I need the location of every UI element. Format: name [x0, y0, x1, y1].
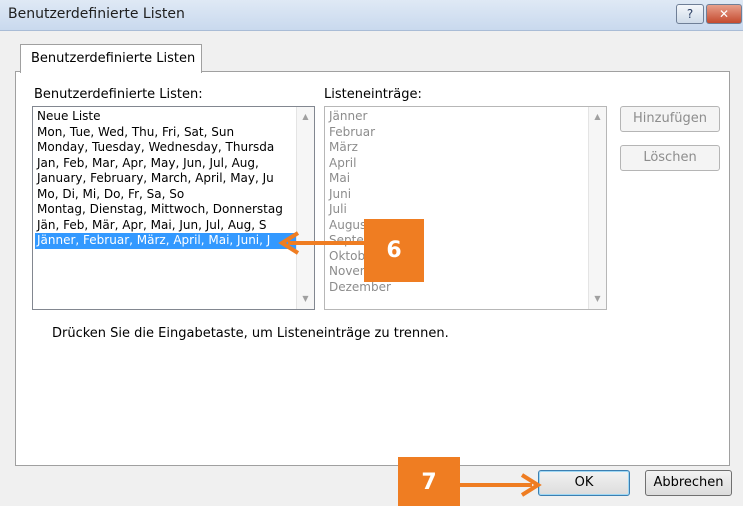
callout-7-arrow-icon: [458, 473, 542, 497]
hint-text: Drücken Sie die Eingabetaste, um Listene…: [52, 326, 449, 341]
list-entry-item: Juli: [329, 202, 347, 216]
list-entry-item: Jänner: [329, 109, 368, 123]
callout-6-arrow-icon: [278, 231, 368, 255]
list-entry-item: Februar: [329, 124, 376, 139]
custom-list-item[interactable]: Monday, Tuesday, Wednesday, Thursda: [35, 140, 296, 156]
tab-custom-lists[interactable]: Benutzerdefinierte Listen: [20, 44, 202, 73]
custom-list-item[interactable]: Montag, Dienstag, Mittwoch, Donnerstag: [35, 202, 296, 218]
list-entry-item: April: [329, 155, 357, 170]
custom-lists-scrollbar[interactable]: ▲ ▼: [296, 107, 314, 309]
custom-list-item[interactable]: Mon, Tue, Wed, Thu, Fri, Sat, Sun: [35, 125, 296, 141]
custom-lists-items: Neue Liste Mon, Tue, Wed, Thu, Fri, Sat, …: [35, 109, 296, 249]
delete-button[interactable]: Löschen: [620, 145, 720, 171]
scroll-up-icon[interactable]: ▲: [589, 109, 606, 125]
add-button[interactable]: Hinzufügen: [620, 106, 720, 132]
custom-list-item[interactable]: Mo, Di, Mi, Do, Fr, Sa, So: [35, 187, 296, 203]
callout-step-7: 7: [398, 457, 460, 506]
custom-list-item[interactable]: Jan, Feb, Mar, Apr, May, Jun, Jul, Aug,: [35, 156, 296, 172]
callout-step-6: 6: [364, 219, 424, 282]
scroll-down-icon[interactable]: ▼: [297, 291, 314, 307]
scroll-down-icon[interactable]: ▼: [589, 291, 606, 307]
list-entries-label: Listeneinträge:: [324, 87, 422, 102]
custom-list-item[interactable]: Jänner, Februar, März, April, Mai, Juni,…: [35, 233, 296, 249]
window-title: Benutzerdefinierte Listen: [8, 6, 185, 22]
list-entry-item: Juni: [329, 186, 352, 201]
cancel-button[interactable]: Abbrechen: [645, 470, 732, 496]
custom-list-item[interactable]: January, February, March, April, May, Ju: [35, 171, 296, 187]
title-bar[interactable]: Benutzerdefinierte Listen ? ✕: [0, 0, 743, 31]
custom-list-item[interactable]: Neue Liste: [35, 109, 296, 125]
custom-lists-label: Benutzerdefinierte Listen:: [34, 87, 203, 102]
list-entry-item: März: [329, 140, 358, 154]
ok-button[interactable]: OK: [538, 470, 630, 496]
close-button[interactable]: ✕: [706, 4, 742, 24]
list-entries-scrollbar[interactable]: ▲ ▼: [588, 107, 606, 309]
custom-list-item[interactable]: Jän, Feb, Mär, Apr, Mai, Jun, Jul, Aug, …: [35, 218, 296, 234]
help-button[interactable]: ?: [676, 4, 704, 24]
scroll-up-icon[interactable]: ▲: [297, 109, 314, 125]
custom-lists-listbox[interactable]: Neue Liste Mon, Tue, Wed, Thu, Fri, Sat, …: [32, 106, 315, 310]
list-entry-item: Mai: [329, 171, 351, 185]
